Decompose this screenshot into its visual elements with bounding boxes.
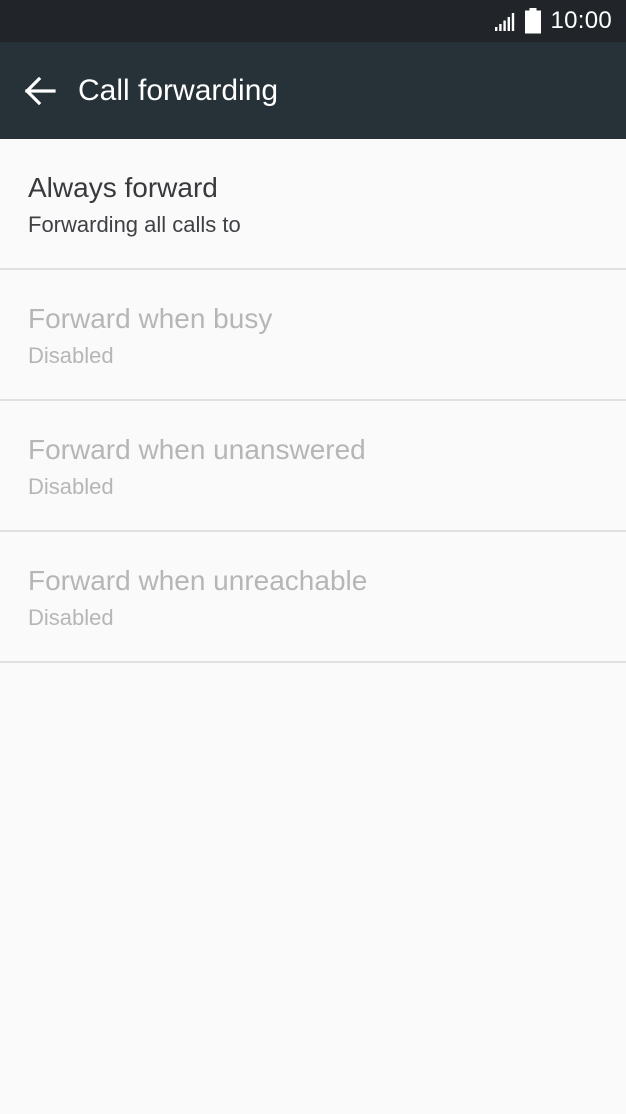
setting-summary: Disabled xyxy=(28,343,114,368)
forward-when-unreachable-setting: Forward when unreachable Disabled xyxy=(0,532,626,663)
back-button[interactable] xyxy=(22,73,58,109)
setting-summary: Forwarding all calls to xyxy=(28,212,241,237)
status-bar: 10:00 xyxy=(0,0,626,42)
forward-when-busy-setting: Forward when busy Disabled xyxy=(0,270,626,401)
arrow-left-icon xyxy=(24,76,56,105)
setting-title: Forward when unanswered xyxy=(28,434,366,465)
setting-summary: Disabled xyxy=(28,605,114,630)
forward-when-unanswered-setting: Forward when unanswered Disabled xyxy=(0,401,626,532)
always-forward-setting[interactable]: Always forward Forwarding all calls to xyxy=(0,139,626,270)
app-bar: Call forwarding xyxy=(0,42,626,139)
setting-title: Always forward xyxy=(28,172,218,203)
call-forwarding-settings-list: Always forward Forwarding all calls to F… xyxy=(0,139,626,663)
signal-strength-icon xyxy=(495,13,515,31)
setting-title: Forward when busy xyxy=(28,303,273,334)
setting-title: Forward when unreachable xyxy=(28,565,368,596)
status-icons: 10:00 xyxy=(494,0,612,42)
page-title: Call forwarding xyxy=(78,73,279,107)
setting-summary: Disabled xyxy=(28,474,114,499)
battery-full-icon xyxy=(525,8,542,34)
status-time: 10:00 xyxy=(550,7,612,34)
